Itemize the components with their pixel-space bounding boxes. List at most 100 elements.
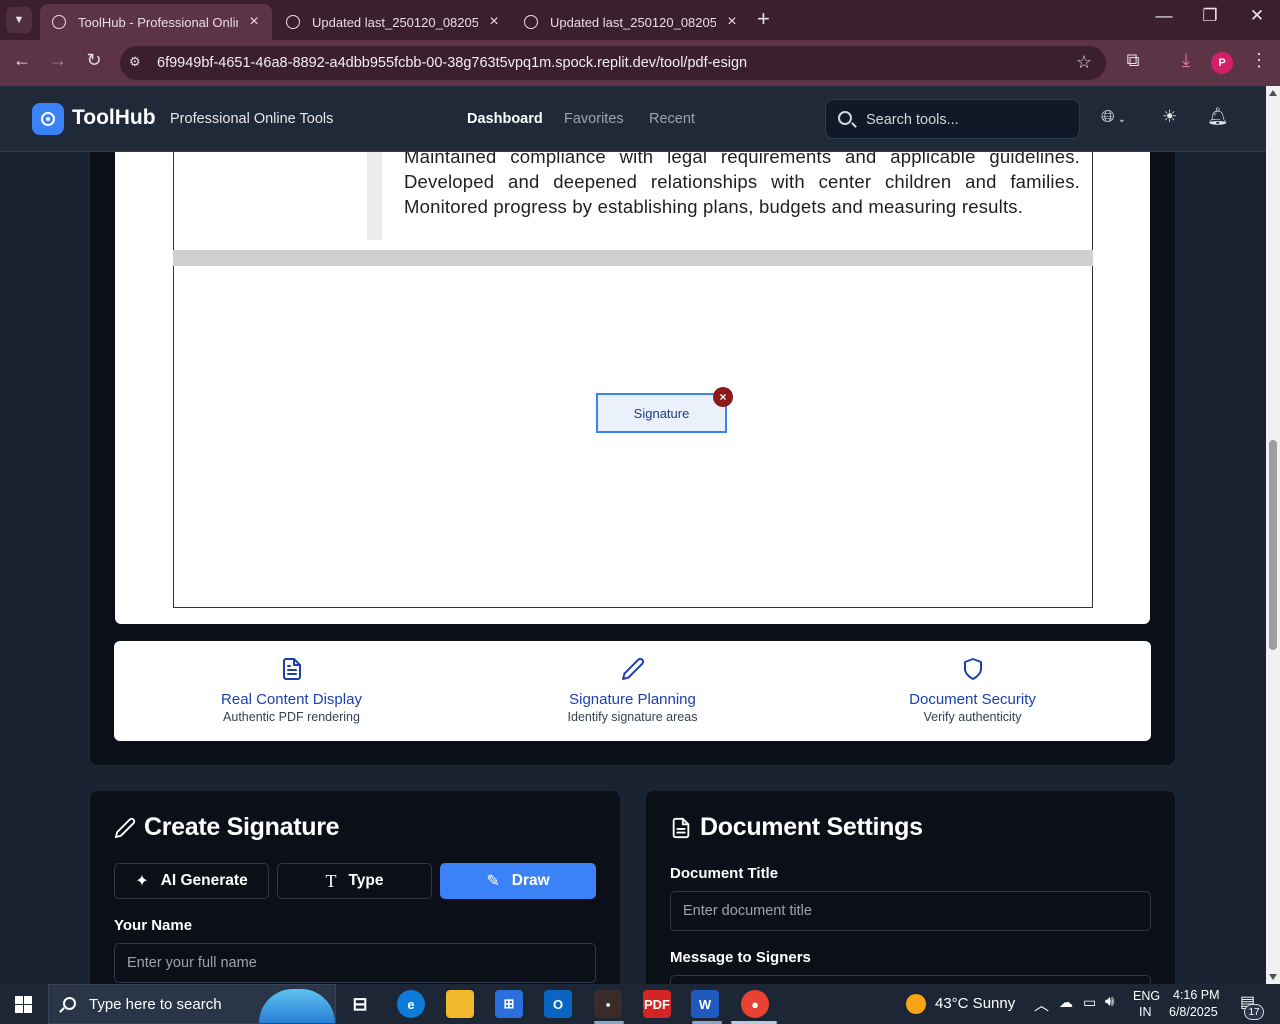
app-header: ToolHub Professional Online Tools Dashbo…: [0, 86, 1266, 152]
outlook-icon[interactable]: O: [544, 990, 572, 1018]
extensions-icon[interactable]: ⧉: [1120, 50, 1146, 71]
network-icon[interactable]: ▭: [1083, 994, 1096, 1011]
card-title: Document Settings: [670, 813, 923, 842]
chrome-icon[interactable]: ●: [741, 990, 769, 1018]
language-region[interactable]: IN: [1139, 1005, 1152, 1019]
language-globe-icon[interactable]: 🌐︎ ⌄: [1101, 107, 1126, 127]
feature-real-content: Real Content Display Authentic PDF rende…: [119, 641, 464, 741]
task-view-icon[interactable]: ⊟: [346, 990, 374, 1018]
search-input[interactable]: [866, 109, 1066, 131]
language-indicator[interactable]: ENG: [1133, 989, 1160, 1003]
pdf-text-line: Monitored progress by establishing plans…: [404, 196, 1024, 217]
brand-tagline: Professional Online Tools: [170, 111, 334, 127]
document-title-label: Document Title: [670, 865, 779, 882]
document-settings-card: Document Settings Document Title Message…: [646, 791, 1175, 984]
remove-signature-button[interactable]: ×: [713, 387, 733, 407]
close-tab-icon[interactable]: ×: [486, 13, 502, 31]
tab-title: ToolHub - Professional Online T: [78, 14, 238, 30]
pdf-text-line: Maintained compliance with legal require…: [404, 152, 1080, 167]
browser-tab[interactable]: Updated last_250120_082052 ( ×: [274, 4, 512, 40]
site-info-icon[interactable]: ⚙: [129, 54, 141, 70]
restore-button[interactable]: ❐: [1190, 6, 1230, 26]
taskbar-search[interactable]: [48, 984, 336, 1024]
pdf-app-icon[interactable]: PDF: [643, 990, 671, 1018]
menu-icon[interactable]: ⋮: [1246, 50, 1272, 71]
nav-favorites[interactable]: Favorites: [564, 111, 624, 127]
logo-icon[interactable]: [32, 103, 64, 135]
close-window-button[interactable]: ✕: [1237, 6, 1277, 26]
tab-search-button[interactable]: ▼: [6, 7, 32, 33]
file-explorer-icon[interactable]: [446, 990, 474, 1018]
page-content: Maintained compliance with legal require…: [0, 152, 1266, 984]
nav-recent[interactable]: Recent: [649, 111, 695, 127]
type-mode-button[interactable]: T Type: [277, 863, 432, 899]
globe-icon: [286, 15, 300, 29]
pdf-text-line: Developed and deepened relationships wit…: [404, 171, 1080, 192]
onedrive-icon[interactable]: ☁: [1059, 994, 1073, 1011]
brand-name[interactable]: ToolHub: [72, 106, 156, 130]
tray-chevron-icon[interactable]: ︿: [1034, 994, 1049, 1015]
bookmark-star-icon[interactable]: ☆: [1076, 52, 1092, 73]
browser-toolbar: ← → ↻ ⚙ 6f9949bf-4651-46a8-8892-a4dbb955…: [0, 40, 1280, 86]
document-icon: [282, 658, 301, 680]
word-icon[interactable]: W: [691, 990, 719, 1018]
new-tab-button[interactable]: +: [757, 6, 770, 32]
text-icon: T: [325, 870, 337, 891]
start-button[interactable]: [15, 996, 32, 1013]
store-icon[interactable]: ⊞: [495, 990, 523, 1018]
full-name-input[interactable]: [114, 943, 596, 983]
browser-tab-active[interactable]: ToolHub - Professional Online T ×: [40, 4, 272, 40]
weather-text[interactable]: 43°C Sunny: [935, 995, 1015, 1012]
draw-mode-button[interactable]: ✎ Draw: [440, 863, 596, 899]
notification-bell-icon[interactable]: 🔔︎: [1207, 107, 1229, 127]
feature-title: Real Content Display: [221, 691, 362, 708]
feature-subtitle: Authentic PDF rendering: [223, 710, 360, 724]
scrollbar-thumb[interactable]: [1269, 440, 1277, 650]
ai-generate-button[interactable]: ✦ AI Generate: [114, 863, 269, 899]
volume-icon[interactable]: 🔊︎: [1105, 993, 1114, 1010]
close-tab-icon[interactable]: ×: [246, 13, 262, 31]
mode-label: Draw: [511, 872, 550, 889]
search-icon: [63, 997, 76, 1010]
nav-dashboard[interactable]: Dashboard: [467, 111, 543, 127]
feature-title: Document Security: [909, 691, 1036, 708]
download-icon[interactable]: ⤓: [1173, 50, 1199, 71]
edge-icon[interactable]: e: [397, 990, 425, 1018]
tool-search[interactable]: [825, 99, 1080, 139]
card-title-text: Create Signature: [144, 813, 340, 841]
tab-title: Updated last_250120_082052.p: [550, 14, 717, 30]
weather-sun-icon[interactable]: [906, 994, 926, 1014]
shield-icon: [963, 658, 982, 680]
card-title: Create Signature: [114, 813, 340, 842]
clock-date[interactable]: 6/8/2025: [1169, 1005, 1218, 1019]
feature-strip: Real Content Display Authentic PDF rende…: [114, 641, 1151, 741]
browser-tab[interactable]: Updated last_250120_082052.p ×: [512, 4, 750, 40]
page-scrollbar[interactable]: [1266, 86, 1280, 984]
back-icon[interactable]: ←: [9, 50, 35, 71]
message-textarea[interactable]: [670, 975, 1151, 984]
app-icon[interactable]: ▪: [594, 990, 622, 1018]
url-text: 6f9949bf-4651-46a8-8892-a4dbb955fcbb-00-…: [157, 55, 748, 71]
message-label: Message to Signers: [670, 949, 811, 966]
reload-icon[interactable]: ↻: [81, 50, 107, 71]
close-tab-icon[interactable]: ×: [724, 13, 740, 31]
document-title-input[interactable]: [670, 891, 1151, 931]
feature-subtitle: Verify authenticity: [923, 710, 1022, 724]
forward-icon[interactable]: →: [45, 50, 71, 71]
browser-tab-bar: ▼ ToolHub - Professional Online T × Upda…: [0, 0, 1280, 40]
tab-title: Updated last_250120_082052 (: [312, 14, 479, 30]
scroll-down-arrow[interactable]: [1269, 974, 1277, 980]
signature-field[interactable]: Signature: [596, 393, 727, 433]
taskbar-search-input[interactable]: [89, 996, 289, 1013]
address-bar[interactable]: ⚙ 6f9949bf-4651-46a8-8892-a4dbb955fcbb-0…: [120, 46, 1106, 80]
theme-sun-icon[interactable]: ☀: [1162, 107, 1177, 127]
pdf-page[interactable]: [173, 266, 1093, 608]
clock-time[interactable]: 4:16 PM: [1173, 988, 1220, 1002]
minimize-button[interactable]: —: [1144, 6, 1184, 26]
feature-subtitle: Identify signature areas: [567, 710, 698, 724]
globe-icon: [524, 15, 538, 29]
scroll-up-arrow[interactable]: [1269, 90, 1277, 96]
search-highlight-image: [259, 989, 335, 1023]
pdf-page: Maintained compliance with legal require…: [173, 152, 1093, 250]
profile-avatar[interactable]: P: [1211, 52, 1233, 74]
